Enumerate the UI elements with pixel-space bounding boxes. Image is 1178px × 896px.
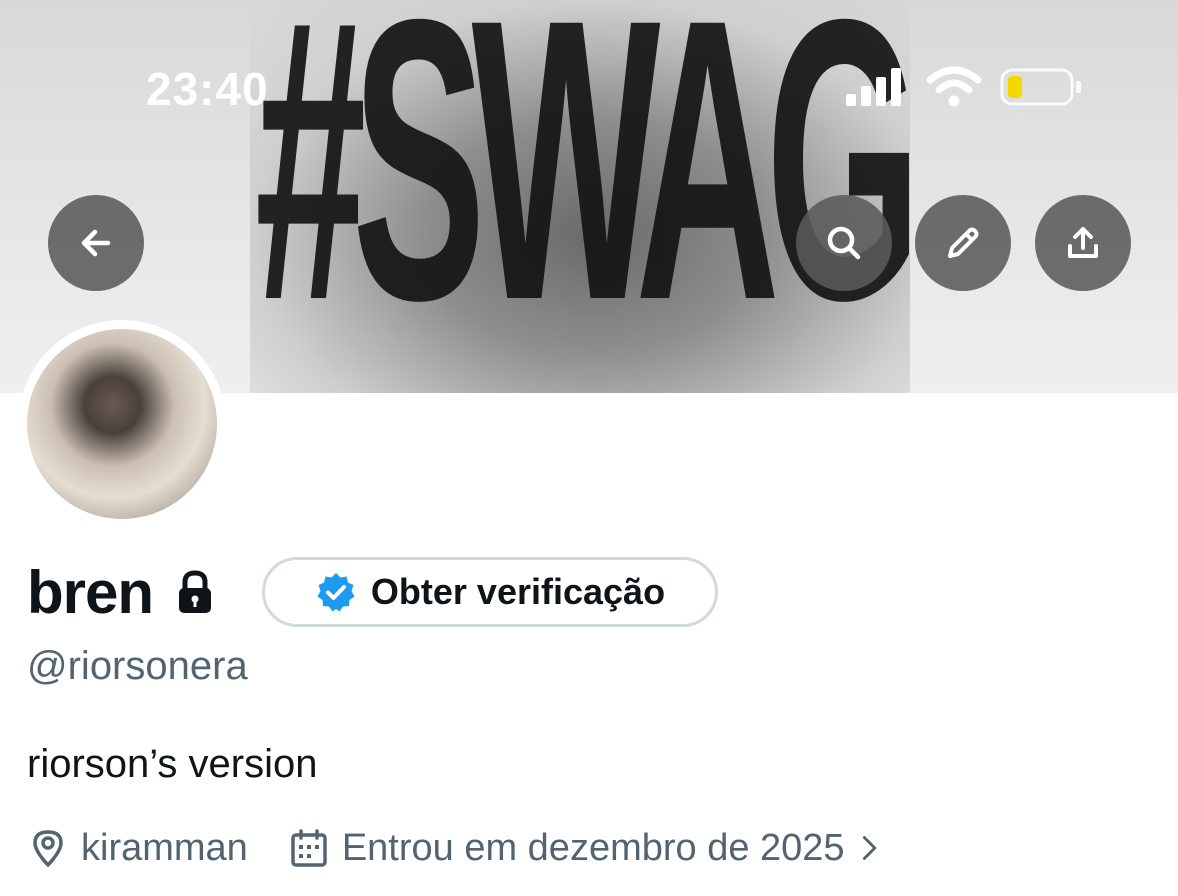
search-button[interactable] bbox=[796, 195, 892, 291]
avatar[interactable] bbox=[27, 329, 217, 519]
user-bio: riorson’s version bbox=[27, 742, 318, 786]
get-verified-button[interactable]: Obter verificação bbox=[262, 557, 718, 627]
chevron-right-icon bbox=[862, 836, 876, 860]
display-name: bren bbox=[27, 558, 154, 626]
get-verified-label: Obter verificação bbox=[370, 571, 666, 612]
user-handle: @riorsonera bbox=[27, 644, 248, 688]
lock-icon bbox=[179, 570, 212, 613]
status-time: 23:40 bbox=[146, 63, 269, 115]
arrow-left-icon bbox=[81, 229, 111, 257]
location-text: kiramman bbox=[81, 826, 248, 869]
calendar-icon bbox=[291, 829, 327, 867]
name-row: bren bbox=[27, 556, 215, 628]
search-icon bbox=[827, 226, 861, 260]
back-button[interactable] bbox=[48, 195, 144, 291]
share-icon bbox=[1068, 227, 1098, 258]
signal-icon bbox=[846, 68, 901, 106]
share-button[interactable] bbox=[1035, 195, 1131, 291]
wifi-icon bbox=[926, 66, 982, 107]
edit-button[interactable] bbox=[915, 195, 1011, 291]
profile-meta: kiramman Entrou em dezembro de 2025 bbox=[27, 822, 887, 874]
status-icons bbox=[846, 66, 1086, 110]
verified-badge-icon bbox=[317, 573, 355, 612]
profile-banner[interactable]: #SWAG bbox=[0, 0, 1178, 393]
location-item: kiramman bbox=[27, 827, 248, 870]
location-pin-icon bbox=[33, 830, 63, 867]
battery-icon bbox=[1000, 68, 1081, 106]
joined-item[interactable]: Entrou em dezembro de 2025 bbox=[288, 827, 887, 870]
banner-text: #SWAG bbox=[255, 0, 921, 383]
joined-text: Entrou em dezembro de 2025 bbox=[341, 826, 845, 869]
pencil-icon bbox=[948, 227, 979, 258]
